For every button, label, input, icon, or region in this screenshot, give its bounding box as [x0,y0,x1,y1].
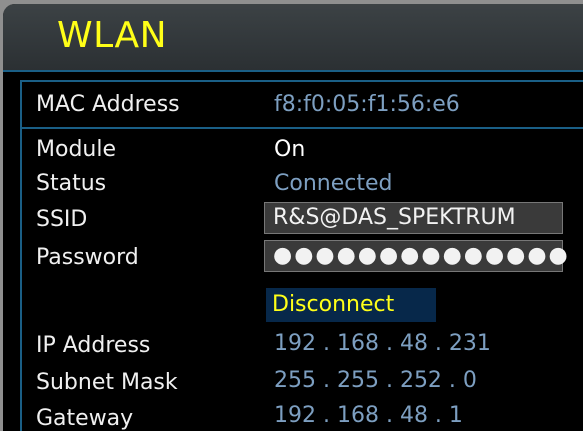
module-toggle[interactable]: On [274,136,305,164]
panel-title: WLAN [57,15,168,56]
status-value: Connected [274,171,393,196]
ip-address-value[interactable]: 192 . 168 . 48 . 231 [274,330,491,358]
subnet-mask-label: Subnet Mask [36,370,178,395]
disconnect-button[interactable]: Disconnect [266,288,436,322]
ssid-label: SSID [36,207,88,232]
gateway-value[interactable]: 192 . 168 . 48 . 1 [274,402,463,430]
password-field[interactable]: ●●●●●●●●●●●●●● [264,240,568,272]
password-value: ●●●●●●●●●●●●●● [273,243,570,268]
mac-address-label: MAC Address [36,92,180,117]
section-divider [22,127,583,129]
status-label: Status [36,171,107,196]
wlan-settings-table: MAC Address f8:f0:05:f1:56:e6 Module On … [20,80,583,431]
panel-header: WLAN [3,4,583,72]
ssid-field[interactable]: R&S@DAS_SPEKTRUM [264,202,563,234]
password-label: Password [36,245,139,270]
ip-address-label: IP Address [36,333,151,358]
gateway-label: Gateway [36,406,134,431]
mac-address-value: f8:f0:05:f1:56:e6 [274,92,460,117]
module-label: Module [36,137,116,162]
subnet-mask-value[interactable]: 255 . 255 . 252 . 0 [274,367,477,395]
ssid-value: R&S@DAS_SPEKTRUM [273,205,516,230]
wlan-panel: WLAN MAC Address f8:f0:05:f1:56:e6 Modul… [3,4,583,431]
